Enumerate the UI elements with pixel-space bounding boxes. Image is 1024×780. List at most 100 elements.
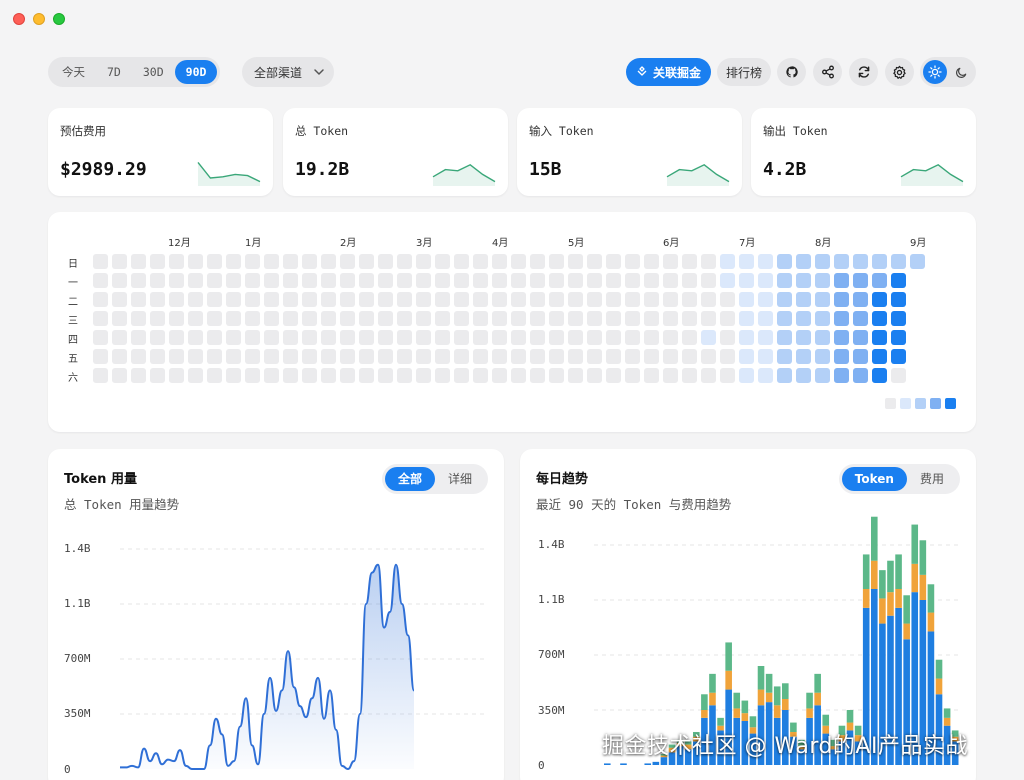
heatmap-cell[interactable] bbox=[796, 273, 811, 288]
heatmap-cell[interactable] bbox=[283, 273, 298, 288]
heatmap-cell[interactable] bbox=[663, 273, 678, 288]
heatmap-cell[interactable] bbox=[701, 254, 716, 269]
heatmap-cell[interactable] bbox=[93, 330, 108, 345]
heatmap-cell[interactable] bbox=[435, 273, 450, 288]
heatmap-cell[interactable] bbox=[663, 254, 678, 269]
heatmap-cell[interactable] bbox=[454, 330, 469, 345]
heatmap-cell[interactable] bbox=[226, 368, 241, 383]
heatmap-cell[interactable] bbox=[473, 349, 488, 364]
heatmap-cell[interactable] bbox=[492, 292, 507, 307]
heatmap-cell[interactable] bbox=[682, 292, 697, 307]
heatmap-cell[interactable] bbox=[815, 368, 830, 383]
heatmap-cell[interactable] bbox=[758, 273, 773, 288]
heatmap-cell[interactable] bbox=[739, 254, 754, 269]
heatmap-cell[interactable] bbox=[226, 254, 241, 269]
heatmap-cell[interactable] bbox=[701, 330, 716, 345]
heatmap-cell[interactable] bbox=[207, 330, 222, 345]
heatmap-cell[interactable] bbox=[872, 330, 887, 345]
heatmap-cell[interactable] bbox=[701, 292, 716, 307]
heatmap-cell[interactable] bbox=[226, 273, 241, 288]
heatmap-cell[interactable] bbox=[454, 368, 469, 383]
heatmap-cell[interactable] bbox=[777, 254, 792, 269]
heatmap-cell[interactable] bbox=[321, 254, 336, 269]
heatmap-cell[interactable] bbox=[454, 311, 469, 326]
heatmap-cell[interactable] bbox=[549, 273, 564, 288]
heatmap-cell[interactable] bbox=[511, 311, 526, 326]
heatmap-cell[interactable] bbox=[720, 254, 735, 269]
heatmap-cell[interactable] bbox=[169, 254, 184, 269]
heatmap-cell[interactable] bbox=[397, 368, 412, 383]
heatmap-cell[interactable] bbox=[758, 254, 773, 269]
heatmap-cell[interactable] bbox=[435, 349, 450, 364]
heatmap-cell[interactable] bbox=[359, 330, 374, 345]
heatmap-cell[interactable] bbox=[359, 254, 374, 269]
heatmap-cell[interactable] bbox=[302, 368, 317, 383]
heatmap-cell[interactable] bbox=[853, 273, 868, 288]
heatmap-cell[interactable] bbox=[302, 349, 317, 364]
heatmap-cell[interactable] bbox=[625, 292, 640, 307]
heatmap-cell[interactable] bbox=[283, 254, 298, 269]
heatmap-cell[interactable] bbox=[739, 311, 754, 326]
heatmap-cell[interactable] bbox=[397, 254, 412, 269]
heatmap-cell[interactable] bbox=[720, 330, 735, 345]
heatmap-cell[interactable] bbox=[549, 292, 564, 307]
heatmap-cell[interactable] bbox=[245, 349, 260, 364]
heatmap-cell[interactable] bbox=[834, 330, 849, 345]
heatmap-cell[interactable] bbox=[663, 330, 678, 345]
heatmap-cell[interactable] bbox=[815, 254, 830, 269]
heatmap-cell[interactable] bbox=[150, 273, 165, 288]
range-30d[interactable]: 30D bbox=[132, 60, 175, 84]
heatmap-cell[interactable] bbox=[910, 254, 925, 269]
heatmap-cell[interactable] bbox=[891, 330, 906, 345]
heatmap-cell[interactable] bbox=[663, 368, 678, 383]
heatmap-cell[interactable] bbox=[340, 368, 355, 383]
heatmap-cell[interactable] bbox=[226, 349, 241, 364]
heatmap-cell[interactable] bbox=[302, 330, 317, 345]
heatmap-cell[interactable] bbox=[93, 292, 108, 307]
heatmap-cell[interactable] bbox=[492, 330, 507, 345]
heatmap-cell[interactable] bbox=[264, 273, 279, 288]
heatmap-cell[interactable] bbox=[150, 330, 165, 345]
heatmap-cell[interactable] bbox=[302, 273, 317, 288]
heatmap-cell[interactable] bbox=[321, 273, 336, 288]
heatmap-cell[interactable] bbox=[169, 311, 184, 326]
heatmap-cell[interactable] bbox=[397, 273, 412, 288]
heatmap-cell[interactable] bbox=[473, 311, 488, 326]
heatmap-cell[interactable] bbox=[530, 330, 545, 345]
heatmap-cell[interactable] bbox=[226, 330, 241, 345]
heatmap-cell[interactable] bbox=[644, 311, 659, 326]
heatmap-cell[interactable] bbox=[568, 254, 583, 269]
close-window-button[interactable] bbox=[13, 13, 25, 25]
heatmap-cell[interactable] bbox=[796, 292, 811, 307]
heatmap-cell[interactable] bbox=[150, 349, 165, 364]
heatmap-cell[interactable] bbox=[112, 368, 127, 383]
heatmap-cell[interactable] bbox=[701, 311, 716, 326]
settings-button[interactable] bbox=[885, 58, 914, 86]
heatmap-cell[interactable] bbox=[435, 330, 450, 345]
heatmap-cell[interactable] bbox=[587, 330, 602, 345]
heatmap-cell[interactable] bbox=[435, 254, 450, 269]
heatmap-cell[interactable] bbox=[758, 368, 773, 383]
heatmap-cell[interactable] bbox=[245, 330, 260, 345]
heatmap-cell[interactable] bbox=[701, 349, 716, 364]
heatmap-cell[interactable] bbox=[568, 292, 583, 307]
heatmap-cell[interactable] bbox=[625, 368, 640, 383]
heatmap-cell[interactable] bbox=[435, 292, 450, 307]
heatmap-cell[interactable] bbox=[853, 311, 868, 326]
heatmap-cell[interactable] bbox=[511, 273, 526, 288]
heatmap-cell[interactable] bbox=[226, 292, 241, 307]
heatmap-cell[interactable] bbox=[777, 273, 792, 288]
heatmap-cell[interactable] bbox=[131, 254, 146, 269]
heatmap-cell[interactable] bbox=[720, 311, 735, 326]
heatmap-cell[interactable] bbox=[511, 368, 526, 383]
heatmap-cell[interactable] bbox=[739, 273, 754, 288]
heatmap-cell[interactable] bbox=[758, 311, 773, 326]
heatmap-cell[interactable] bbox=[777, 311, 792, 326]
heatmap-cell[interactable] bbox=[188, 330, 203, 345]
leaderboard-button[interactable]: 排行榜 bbox=[717, 58, 771, 86]
heatmap-cell[interactable] bbox=[568, 273, 583, 288]
heatmap-cell[interactable] bbox=[245, 292, 260, 307]
heatmap-cell[interactable] bbox=[834, 311, 849, 326]
light-theme-button[interactable] bbox=[923, 60, 947, 84]
heatmap-cell[interactable] bbox=[188, 349, 203, 364]
